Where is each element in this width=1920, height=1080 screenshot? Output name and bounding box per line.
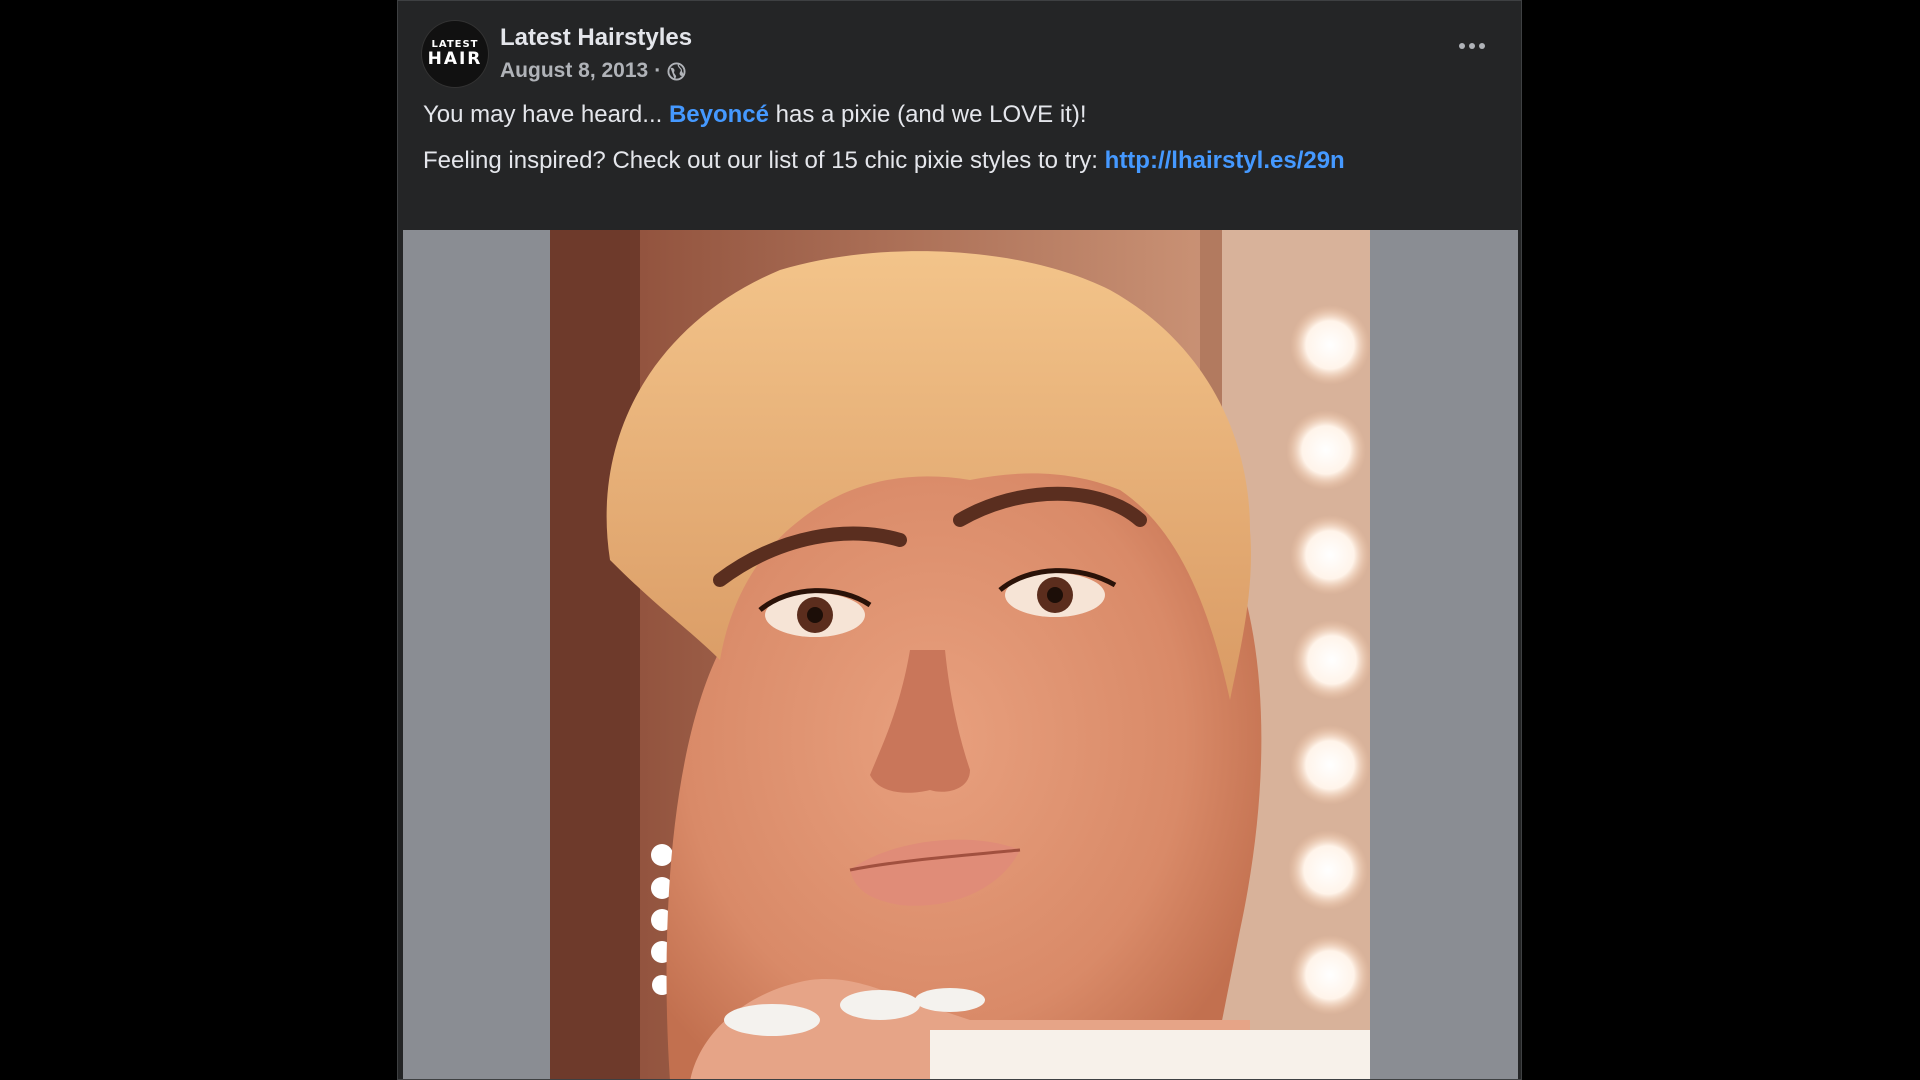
more-dot (1459, 43, 1465, 49)
more-dot (1469, 43, 1475, 49)
more-dot (1479, 43, 1485, 49)
post-text-segment: has a pixie (and we LOVE it)! (769, 101, 1087, 128)
facebook-post: LATEST HAIR Latest Hairstyles August 8, … (397, 0, 1522, 1080)
meta-separator: · (654, 59, 662, 82)
globe-icon[interactable] (667, 61, 686, 81)
post-text-line-1: You may have heard... Beyoncé has a pixi… (423, 101, 1086, 129)
post-meta: August 8, 2013 · (500, 59, 686, 83)
post-text-segment: You may have heard... (423, 101, 669, 128)
avatar-logo-bottom: HAIR (427, 49, 483, 69)
post-photo[interactable] (550, 230, 1370, 1079)
more-options-icon[interactable] (1452, 33, 1492, 59)
post-header: LATEST HAIR Latest Hairstyles August 8, … (422, 21, 1498, 87)
url-link[interactable]: http://lhairstyl.es/29n (1105, 147, 1345, 174)
post-date-link[interactable]: August 8, 2013 (500, 59, 648, 83)
post-text-segment: Feeling inspired? Check out our list of … (423, 147, 1105, 174)
mention-link[interactable]: Beyoncé (669, 101, 769, 128)
photo-illustration (550, 230, 1370, 1079)
post-text-line-2: Feeling inspired? Check out our list of … (423, 147, 1345, 175)
page-name-link[interactable]: Latest Hairstyles (500, 24, 692, 52)
post-media (403, 230, 1518, 1079)
page-avatar[interactable]: LATEST HAIR (422, 21, 488, 87)
